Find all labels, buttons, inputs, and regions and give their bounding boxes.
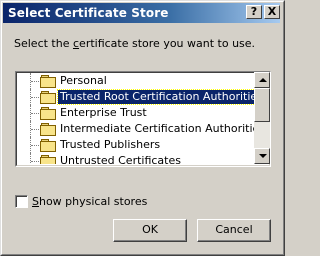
tree-item-intermediate[interactable]: Intermediate Certification Authorities	[16, 121, 254, 137]
checkbox-label-rest: how physical stores	[38, 195, 148, 208]
tree-item-personal[interactable]: Personal	[16, 73, 254, 89]
tree-item-label: Trusted Root Certification Authorities	[57, 89, 254, 105]
tree-view[interactable]: Personal Trusted Root Certification Auth…	[16, 72, 254, 164]
tree-connector	[31, 81, 39, 82]
window-title: Select Certificate Store	[8, 6, 169, 20]
tree-item-untrusted[interactable]: Untrusted Certificates	[16, 153, 254, 164]
tree-item-trusted-publishers[interactable]: Trusted Publishers	[16, 137, 254, 153]
certificate-store-tree[interactable]: Personal Trusted Root Certification Auth…	[15, 71, 271, 167]
close-button[interactable]: X	[264, 5, 280, 19]
dialog-window: Select Certificate Store ? X Select the …	[0, 0, 285, 256]
folder-icon	[40, 75, 56, 88]
ok-button[interactable]: OK	[113, 219, 187, 242]
arrow-up-icon	[259, 78, 267, 82]
tree-connector	[31, 97, 39, 98]
vertical-scrollbar[interactable]	[254, 72, 270, 164]
scroll-up-button[interactable]	[254, 72, 270, 88]
tree-item-label: Personal	[60, 74, 107, 87]
show-physical-stores-label[interactable]: Show physical stores	[32, 195, 147, 208]
tree-connector	[31, 161, 39, 162]
folder-icon	[40, 123, 56, 136]
instruction-text-before: Select the	[14, 37, 73, 50]
instruction-text-after: ertificate store you want to use.	[79, 37, 256, 50]
folder-icon	[40, 139, 56, 152]
scroll-thumb[interactable]	[254, 88, 270, 122]
tree-item-label: Intermediate Certification Authorities	[60, 122, 254, 135]
arrow-down-icon	[259, 154, 267, 158]
tree-connector	[31, 145, 39, 146]
tree-item-enterprise-trust[interactable]: Enterprise Trust	[16, 105, 254, 121]
tree-connector	[31, 129, 39, 130]
checkbox-accel: S	[32, 195, 39, 208]
tree-item-label: Trusted Publishers	[60, 138, 161, 151]
folder-icon	[40, 155, 56, 164]
instruction-text: Select the certificate store you want to…	[14, 37, 255, 50]
help-button[interactable]: ?	[246, 5, 262, 19]
folder-icon	[40, 107, 56, 120]
tree-item-label: Untrusted Certificates	[60, 154, 181, 164]
tree-item-trusted-root[interactable]: Trusted Root Certification Authorities	[16, 89, 254, 105]
tree-connector	[31, 113, 39, 114]
scroll-down-button[interactable]	[254, 148, 270, 164]
button-frame	[114, 220, 186, 241]
tree-item-label: Enterprise Trust	[60, 106, 147, 119]
cancel-button[interactable]: Cancel	[197, 219, 271, 242]
folder-icon	[40, 91, 56, 104]
show-physical-stores-checkbox[interactable]	[15, 195, 28, 208]
title-bar[interactable]: Select Certificate Store ? X	[3, 3, 280, 23]
button-frame	[198, 220, 270, 241]
checkbox-frame	[16, 196, 27, 207]
